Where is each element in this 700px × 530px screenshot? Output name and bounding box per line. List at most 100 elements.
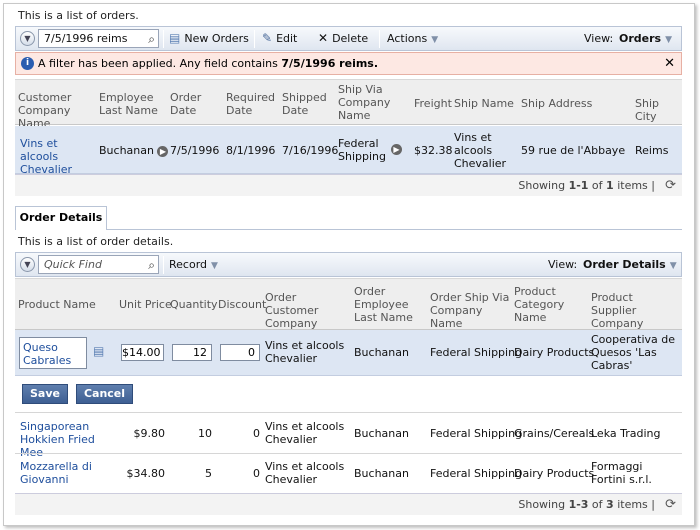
delete-button[interactable]: ✕ Delete: [318, 27, 368, 50]
required-date: 8/1/1996: [226, 144, 276, 157]
product-lookup[interactable]: Queso Cabrales: [19, 337, 87, 369]
quantity-cell: 10: [198, 427, 212, 440]
record-menu[interactable]: Record ▼: [169, 253, 218, 276]
details-view-label: View:: [548, 258, 578, 271]
tab-divider: [107, 229, 682, 230]
ship-via-cell: Federal Shipping: [430, 467, 523, 480]
discount-cell: 0: [253, 427, 260, 440]
column-header[interactable]: Ship Via Company Name: [338, 83, 398, 122]
new-orders-label: New Orders: [184, 32, 249, 45]
column-header[interactable]: Unit Price: [119, 298, 172, 311]
refresh-icon[interactable]: ⟳: [665, 175, 676, 196]
orders-quick-find-input[interactable]: 7/5/1996 reims ⌕: [38, 29, 159, 48]
chevron-down-icon: ▼: [24, 34, 31, 43]
chevron-down-icon: ▼: [431, 35, 439, 45]
filter-alert: i A filter has been applied. Any field c…: [15, 52, 682, 75]
pager-of: of: [588, 498, 607, 511]
unit-price-input[interactable]: $14.00: [121, 344, 164, 361]
record-label: Record: [169, 258, 208, 271]
search-icon[interactable]: ⌕: [148, 31, 155, 48]
customer-link[interactable]: Vins et alcools Chevalier: [20, 137, 98, 176]
details-header-row: Product Name Unit Price Quantity Discoun…: [15, 278, 682, 343]
refresh-icon[interactable]: ⟳: [665, 494, 676, 515]
customer-cell: Vins et alcools Chevalier: [265, 339, 345, 365]
save-button[interactable]: Save: [22, 384, 68, 404]
column-header[interactable]: Ship Name: [454, 97, 514, 110]
details-quick-find-input[interactable]: Quick Find ⌕: [38, 255, 159, 274]
edit-label: Edit: [276, 32, 298, 45]
pager-showing: Showing: [518, 179, 569, 192]
details-view-selector[interactable]: Order Details ▼: [583, 253, 677, 276]
orders-view-label: View:: [584, 32, 614, 45]
ship-via-cell: Federal Shipping: [430, 346, 523, 359]
pager-items: items |: [613, 179, 655, 192]
column-header[interactable]: Discount: [218, 298, 266, 311]
product-value[interactable]: Queso Cabrales: [23, 341, 83, 367]
actions-menu[interactable]: Actions ▼: [387, 27, 438, 50]
pager-range: 1-1: [568, 179, 589, 192]
column-header[interactable]: Employee Last Name: [99, 91, 165, 117]
orders-toolbar: ▼ 7/5/1996 reims ⌕ ▤ New Orders ✎ Edit ✕ De…: [15, 26, 682, 51]
column-header[interactable]: Order Ship Via Company Name: [430, 291, 510, 330]
column-header[interactable]: Freight: [414, 97, 452, 110]
details-pager: Showing 1-3 of 3 items | ⟳: [15, 493, 682, 515]
chevron-down-icon: ▼: [665, 35, 673, 45]
pager-text: Showing 1-3 of 3 items |: [518, 494, 655, 515]
employee-value: Buchanan: [99, 144, 154, 157]
cancel-button[interactable]: Cancel: [76, 384, 133, 404]
table-row[interactable]: Singaporean Hokkien Fried Mee $9.80 10 0…: [15, 413, 682, 459]
new-record-icon: ▤: [169, 31, 181, 45]
orders-pager: Showing 1-1 of 1 items | ⟳: [15, 174, 682, 196]
column-header[interactable]: Product Category Name: [514, 285, 574, 324]
arrow-right-icon[interactable]: ▶: [157, 145, 169, 157]
freight: $32.38: [414, 144, 453, 157]
column-header[interactable]: Customer Company Name: [18, 91, 96, 130]
column-header[interactable]: Order Date: [170, 91, 216, 117]
column-header[interactable]: Shipped Date: [282, 91, 342, 117]
details-menu-button[interactable]: ▼: [20, 257, 35, 272]
employee-cell: Buchanan: [354, 467, 409, 480]
new-orders-button[interactable]: ▤ New Orders: [169, 27, 249, 50]
tab-order-details[interactable]: Order Details: [15, 206, 107, 230]
category-cell: Dairy Products: [514, 346, 595, 359]
quantity-input[interactable]: 12: [172, 344, 212, 361]
supplier-cell: Cooperativa de Quesos 'Las Cabras': [591, 333, 676, 372]
customer-cell: Vins et alcools Chevalier: [265, 420, 345, 446]
pager-showing: Showing: [518, 498, 569, 511]
orders-menu-button[interactable]: ▼: [20, 31, 35, 46]
arrow-right-icon[interactable]: ▶: [391, 144, 402, 155]
divider: [379, 30, 380, 48]
discount-input[interactable]: 0: [220, 344, 260, 361]
search-icon[interactable]: ⌕: [148, 257, 155, 274]
table-row[interactable]: Vins et alcools Chevalier Buchanan ▶ 7/5…: [15, 126, 682, 176]
divider: [254, 30, 255, 48]
chevron-down-icon: ▼: [669, 261, 677, 271]
pager-text: Showing 1-1 of 1 items |: [518, 175, 655, 196]
orders-view-selector[interactable]: Orders ▼: [619, 27, 672, 50]
delete-label: Delete: [332, 32, 369, 45]
column-header[interactable]: Order Employee Last Name: [354, 285, 428, 324]
new-record-icon[interactable]: ▤: [93, 344, 104, 358]
info-icon: i: [21, 57, 34, 70]
close-icon[interactable]: ✕: [664, 53, 675, 74]
employee-cell: Buchanan: [354, 427, 409, 440]
column-header[interactable]: Product Name: [18, 298, 96, 311]
discount-cell: 0: [253, 467, 260, 480]
edit-row: Queso Cabrales ▤ $14.00 12 0 Vins et alc…: [15, 330, 682, 376]
employee-cell: Buchanan: [354, 346, 409, 359]
ship-address: 59 rue de l'Abbaye: [521, 144, 626, 157]
divider: [163, 256, 164, 274]
view-value: Order Details: [583, 258, 666, 271]
order-date: 7/5/1996: [170, 144, 220, 157]
column-header[interactable]: Quantity: [170, 298, 218, 311]
column-header[interactable]: Ship City: [635, 97, 682, 123]
divider: [163, 30, 164, 48]
ship-via: Federal Shipping: [338, 137, 386, 163]
chevron-down-icon: ▼: [24, 260, 31, 269]
column-header[interactable]: Required Date: [226, 91, 286, 117]
product-link[interactable]: Mozzarella di Giovanni: [20, 460, 110, 486]
edit-button[interactable]: ✎ Edit: [262, 27, 297, 50]
column-header[interactable]: Ship Address: [521, 97, 592, 110]
table-row[interactable]: Mozzarella di Giovanni $34.80 5 0 Vins e…: [15, 454, 682, 492]
category-cell: Dairy Products: [514, 467, 595, 480]
